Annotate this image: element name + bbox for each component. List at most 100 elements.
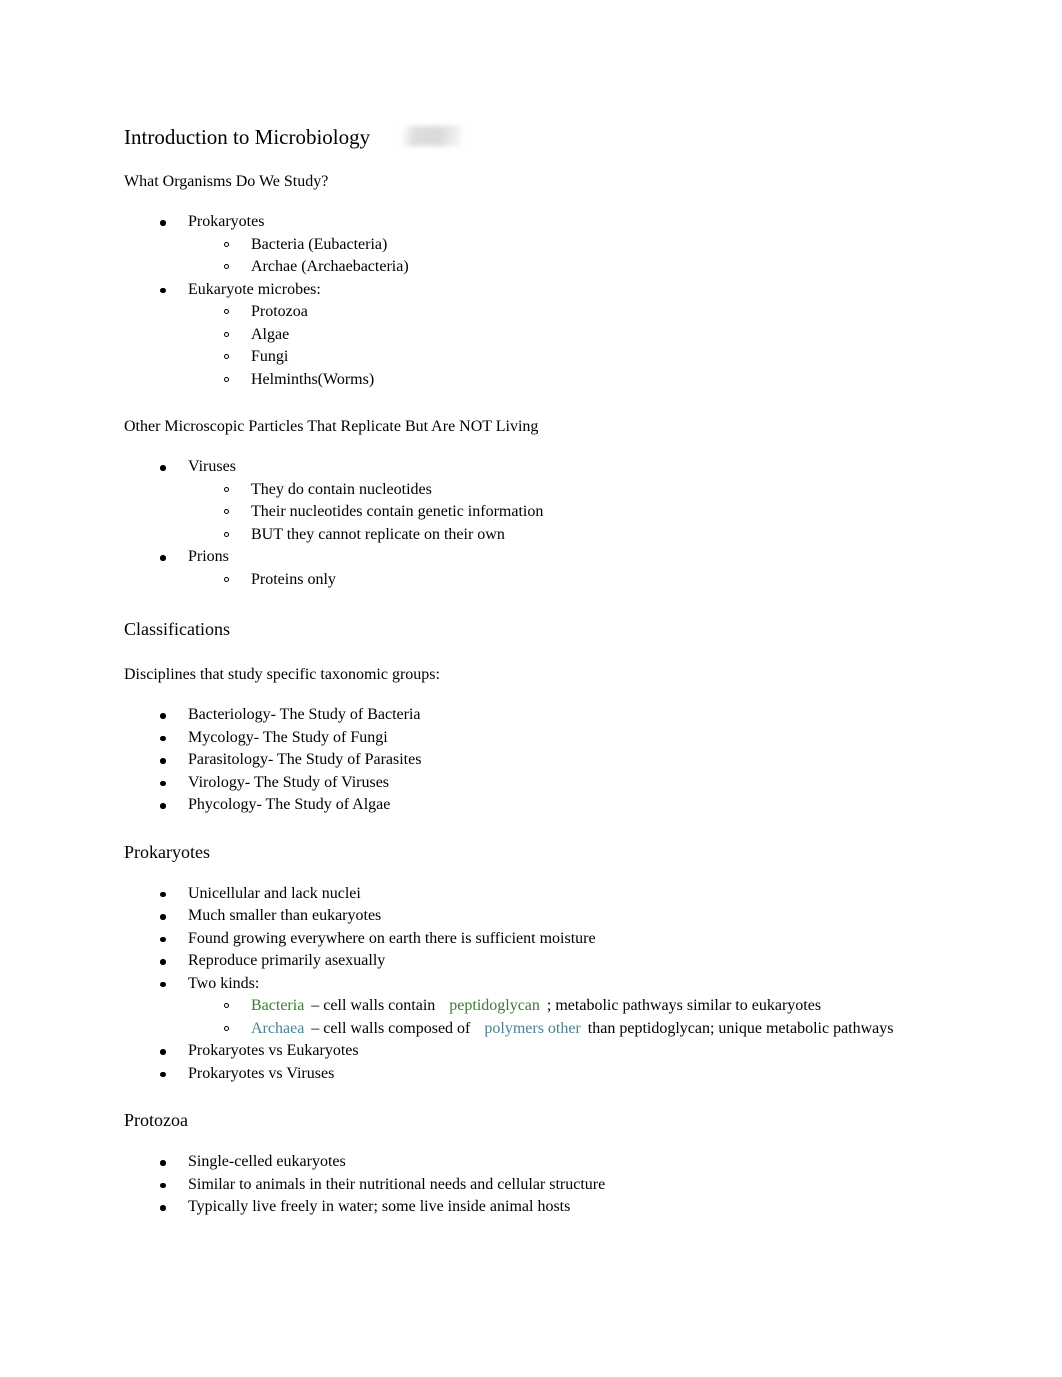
list-item: Parasitology- The Study of Parasites	[124, 749, 924, 772]
hollow-bullet-icon	[224, 241, 229, 247]
list-item: Prokaryotes vs Eukaryotes	[124, 1040, 924, 1063]
hollow-bullet-icon	[224, 264, 229, 269]
highlight-peptidoglycan: peptidoglycan	[449, 997, 540, 1014]
list-item: Prokaryotes Bacteria (Eubacteria) Archae…	[124, 211, 924, 279]
document-body: Introduction to Microbiology What Organi…	[124, 122, 924, 1219]
list-item-label: Reproduce primarily asexually	[188, 952, 386, 969]
sublist: Proteins only	[188, 569, 924, 592]
bullet-icon	[160, 220, 166, 226]
title-highlight-smudge	[402, 126, 462, 146]
classifications-intro: Disciplines that study specific taxonomi…	[124, 666, 440, 683]
sublist-item: Proteins only	[188, 569, 924, 592]
sublist-item-label: Bacteria (Eubacteria)	[251, 235, 388, 253]
sublist-item-label: Algae	[251, 325, 290, 343]
sublist-item: Archae (Archaebacteria)	[188, 256, 924, 279]
sublist: They do contain nucleotides Their nucleo…	[188, 479, 924, 547]
list-item-label: Unicellular and lack nuclei	[188, 884, 361, 902]
bullet-icon	[160, 555, 166, 561]
sublist-item-label: BUT they cannot replicate on their own	[251, 525, 505, 543]
list-item-label: Bacteriology- The Study of Bacteria	[188, 706, 421, 723]
list-item: Prokaryotes vs Viruses	[124, 1063, 924, 1086]
list-item: Prions Proteins only	[124, 546, 924, 591]
page-title: Introduction to Microbiology	[124, 122, 924, 152]
sublist-item: Fungi	[188, 346, 924, 369]
hollow-bullet-icon	[224, 576, 229, 582]
list-item-label: Prions	[188, 548, 229, 565]
list-item: Phycology- The Study of Algae	[124, 794, 924, 817]
list-item-label: Prokaryotes	[188, 213, 265, 230]
list-item-label: Much smaller than eukaryotes	[188, 907, 382, 924]
section-heading-nonliving: Other Microscopic Particles That Replica…	[124, 418, 539, 435]
bullet-icon	[160, 914, 166, 920]
sublist-item: Algae	[188, 324, 924, 347]
bullet-icon	[160, 936, 166, 942]
list-protozoa: Single-celled eukaryotes Similar to anim…	[124, 1151, 924, 1219]
list-item-label: Virology- The Study of Viruses	[188, 773, 390, 791]
bacteria-mid-text: – cell walls contain	[311, 997, 436, 1014]
sublist-item-label: Fungi	[251, 348, 289, 365]
sublist: Bacteria – cell walls contain peptidoglyca…	[188, 995, 924, 1040]
bullet-icon	[160, 780, 166, 786]
bullet-icon	[160, 1182, 166, 1188]
archaea-mid-text: – cell walls composed of	[311, 1019, 471, 1037]
list-item-label: Found growing everywhere on earth there …	[188, 929, 596, 947]
list-item: Unicellular and lack nuclei	[124, 883, 924, 906]
list-item: Two kinds: Bacteria – cell walls contain p…	[124, 973, 924, 1041]
sublist-item: Helminths(Worms)	[188, 369, 924, 392]
list-organisms: Prokaryotes Bacteria (Eubacteria) Archae…	[124, 211, 924, 391]
list-item-label: Eukaryote microbes:	[188, 280, 321, 298]
bacteria-tail-text: ; metabolic pathways similar to eukaryot…	[546, 997, 822, 1014]
list-nonliving: Viruses They do contain nucleotides Thei…	[124, 456, 924, 591]
sublist-item-label: Protozoa	[251, 303, 308, 320]
bullet-icon	[160, 1205, 166, 1211]
list-item-label: Similar to animals in their nutritional …	[188, 1175, 606, 1193]
list-item: Much smaller than eukaryotes	[124, 905, 924, 928]
section-heading-classifications: Classifications	[124, 619, 230, 639]
sublist: Protozoa Algae Fungi Helminths(Worms)	[188, 301, 924, 391]
hollow-bullet-icon	[224, 354, 229, 359]
term-archaea: Archaea	[251, 1019, 305, 1037]
list-item: Mycology- The Study of Fungi	[124, 727, 924, 750]
section-heading-organisms: What Organisms Do We Study?	[124, 173, 329, 190]
document-page: Introduction to Microbiology What Organi…	[0, 0, 1062, 1377]
hollow-bullet-icon	[224, 1003, 229, 1008]
sublist-item: Their nucleotides contain genetic inform…	[188, 501, 924, 524]
sublist-item-label: Helminths(Worms)	[251, 370, 375, 388]
hollow-bullet-icon	[224, 331, 229, 337]
sublist-item: BUT they cannot replicate on their own	[188, 524, 924, 547]
sublist-item: Bacteria (Eubacteria)	[188, 234, 924, 257]
bullet-icon	[160, 287, 166, 293]
bullet-icon	[160, 1049, 166, 1055]
list-item-label: Single-celled eukaryotes	[188, 1153, 346, 1170]
page-title-text: Introduction to Microbiology	[124, 125, 371, 149]
sublist-item: Protozoa	[188, 301, 924, 324]
list-item-label: Prokaryotes vs Viruses	[188, 1064, 335, 1082]
archaea-tail-text: than peptidoglycan; unique metabolic pat…	[587, 1019, 894, 1037]
hollow-bullet-icon	[224, 309, 229, 314]
bullet-icon	[160, 1160, 166, 1166]
highlight-polymers-other: polymers other	[484, 1019, 581, 1037]
list-item: Typically live freely in water; some liv…	[124, 1196, 924, 1219]
list-item: Eukaryote microbes: Protozoa Algae Fungi	[124, 279, 924, 392]
sublist-item-label: Proteins only	[251, 570, 336, 588]
bullet-icon	[160, 713, 166, 719]
list-item-label: Phycology- The Study of Algae	[188, 796, 391, 813]
sublist-item-archaea: Archaea – cell walls composed of polymers …	[188, 1018, 924, 1041]
list-classifications: Bacteriology- The Study of Bacteria Myco…	[124, 704, 924, 817]
sublist-item-label: Archae (Archaebacteria)	[251, 258, 409, 275]
hollow-bullet-icon	[224, 509, 229, 514]
list-item-label: Viruses	[188, 458, 236, 475]
bullet-icon	[160, 735, 166, 741]
sublist-item: They do contain nucleotides	[188, 479, 924, 502]
list-item: Found growing everywhere on earth there …	[124, 928, 924, 951]
sublist-item-label: Their nucleotides contain genetic inform…	[251, 503, 544, 520]
list-prokaryotes: Unicellular and lack nuclei Much smaller…	[124, 883, 924, 1086]
bullet-icon	[160, 465, 166, 471]
list-item-label: Parasitology- The Study of Parasites	[188, 751, 422, 768]
bullet-icon	[160, 981, 166, 987]
hollow-bullet-icon	[224, 376, 229, 382]
list-item: Single-celled eukaryotes	[124, 1151, 924, 1174]
bullet-icon	[160, 758, 166, 764]
hollow-bullet-icon	[224, 531, 229, 537]
list-item: Similar to animals in their nutritional …	[124, 1174, 924, 1197]
